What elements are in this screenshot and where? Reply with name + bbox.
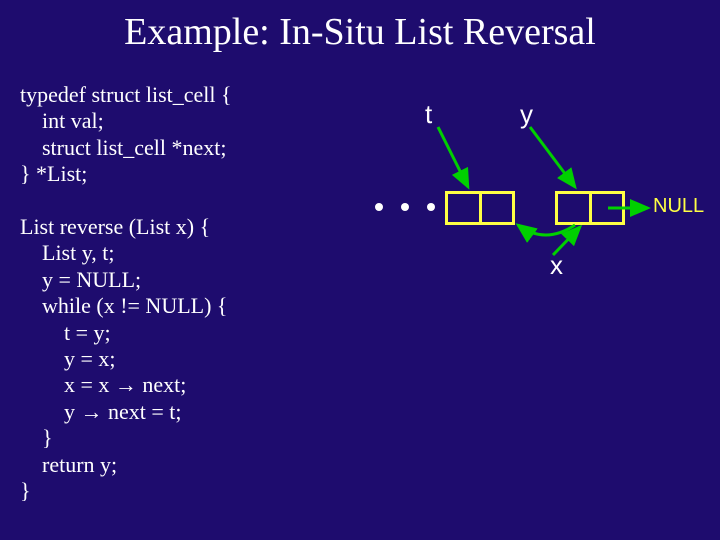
code-typedef: typedef struct list_cell { int val; stru… <box>20 82 232 188</box>
code-reverse: List reverse (List x) { List y, t; y = N… <box>20 214 227 504</box>
null-label: NULL <box>653 195 704 218</box>
slide: Example: In-Situ List Reversal typedef s… <box>0 0 720 540</box>
diagram: t y x <box>370 95 710 335</box>
slide-title: Example: In-Situ List Reversal <box>0 10 720 54</box>
arrow-to-null <box>370 95 710 245</box>
